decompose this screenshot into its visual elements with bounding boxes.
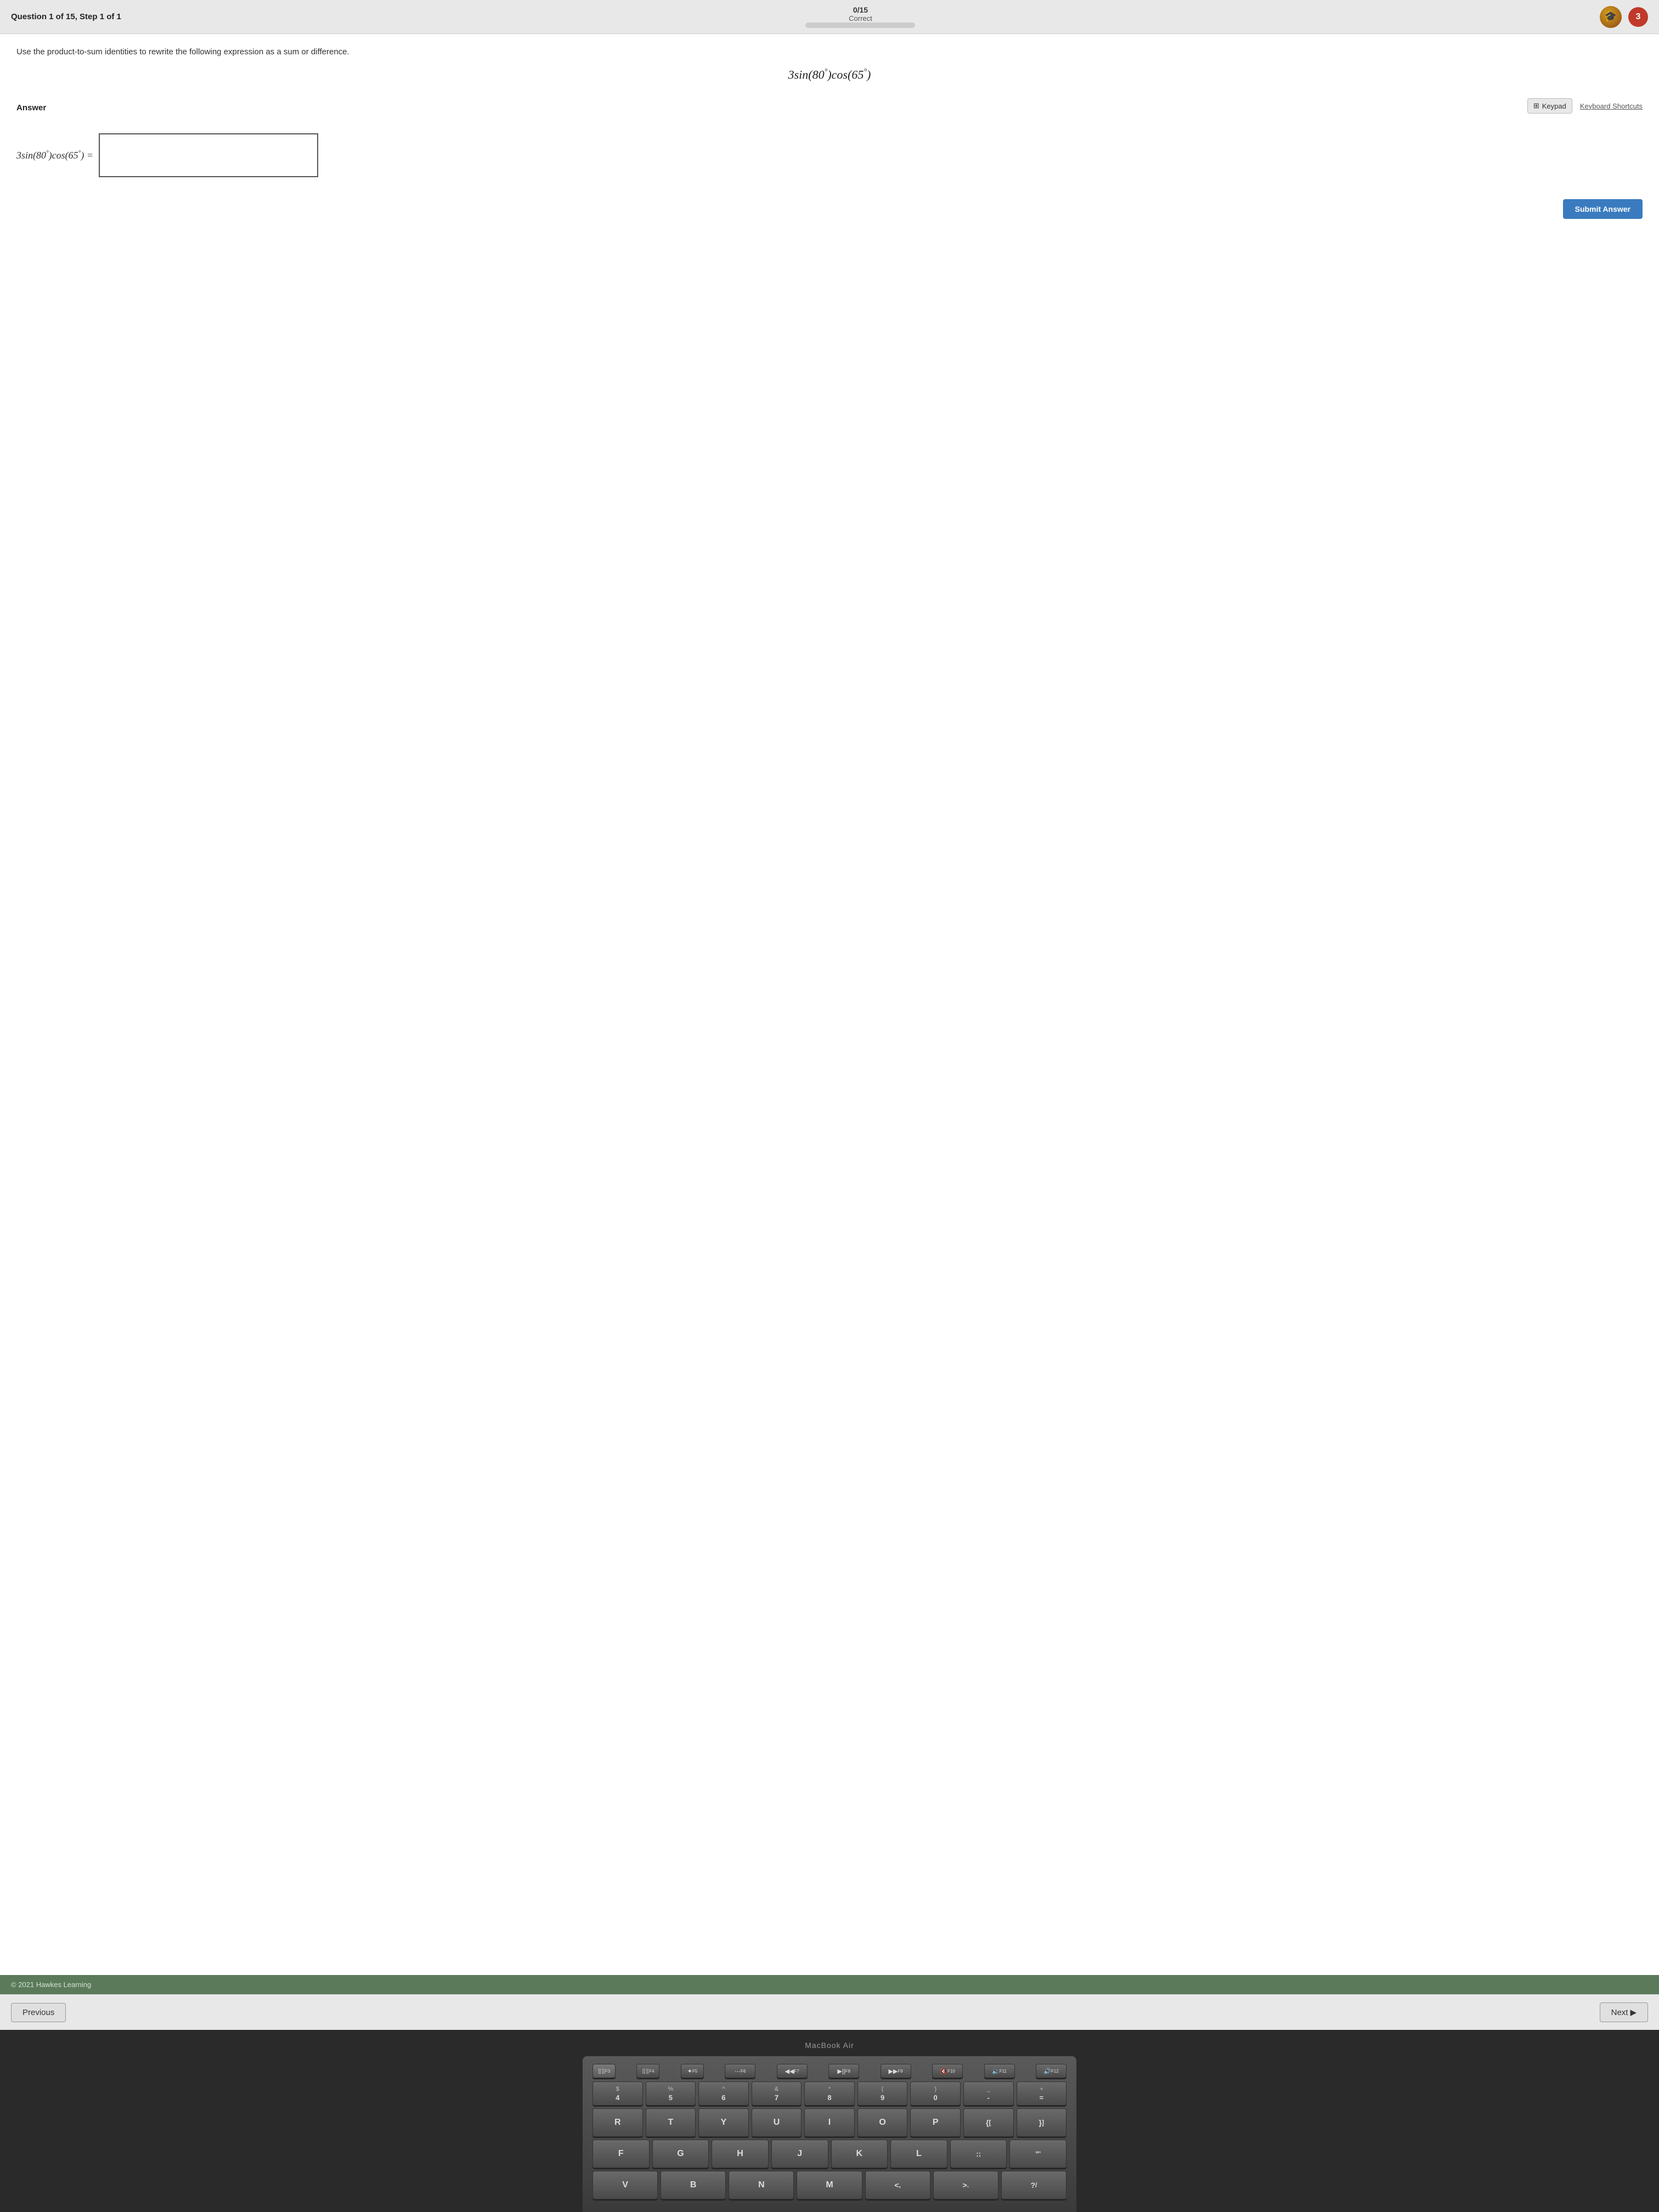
submit-answer-button[interactable]: Submit Answer: [1563, 199, 1643, 219]
keypad-button[interactable]: ⊞ Keypad: [1527, 98, 1572, 114]
key-7[interactable]: &7: [752, 2081, 802, 2106]
submit-row: Submit Answer: [16, 199, 1643, 219]
key-n[interactable]: N: [729, 2171, 794, 2199]
key-8[interactable]: *8: [804, 2081, 855, 2106]
key-l[interactable]: L: [890, 2140, 947, 2168]
key-9[interactable]: (9: [857, 2081, 908, 2106]
key-quote[interactable]: "': [1009, 2140, 1066, 2168]
key-period[interactable]: >.: [933, 2171, 998, 2199]
question-label: Question 1 of 15, Step 1 of 1: [11, 12, 121, 21]
key-4[interactable]: $4: [592, 2081, 643, 2106]
key-y[interactable]: Y: [698, 2108, 749, 2137]
key-f6[interactable]: ⋯F6: [725, 2064, 755, 2078]
keyboard-body: ⣿⣿F3 ⣿⣿F4 ✦F5 ⋯F6 ◀◀F7 ▶||F8 ▶▶F: [583, 2056, 1076, 2212]
key-f5[interactable]: ✦F5: [681, 2064, 704, 2078]
keypad-icon: ⊞: [1533, 101, 1539, 110]
question-instruction: Use the product-to-sum identities to rew…: [16, 47, 1643, 57]
key-6[interactable]: ^6: [698, 2081, 749, 2106]
nav-row: Previous Next ▶: [0, 1994, 1659, 2030]
main-content: Use the product-to-sum identities to rew…: [0, 34, 1659, 1975]
previous-button[interactable]: Previous: [11, 2003, 66, 2022]
progress-bar-container: [805, 22, 915, 28]
letter-row-3: V B N M <, >. ?/: [592, 2171, 1066, 2199]
answer-input-box[interactable]: [99, 133, 318, 177]
key-5[interactable]: %5: [646, 2081, 696, 2106]
key-i[interactable]: I: [804, 2108, 855, 2137]
key-b[interactable]: B: [661, 2171, 726, 2199]
key-o[interactable]: O: [857, 2108, 908, 2137]
progress-label: 0/15: [853, 5, 868, 14]
correct-label: Correct: [849, 14, 872, 22]
fn-row: ⣿⣿F3 ⣿⣿F4 ✦F5 ⋯F6 ◀◀F7 ▶||F8 ▶▶F: [592, 2064, 1066, 2078]
app-window: Question 1 of 15, Step 1 of 1 0/15 Corre…: [0, 0, 1659, 2212]
key-r[interactable]: R: [592, 2108, 643, 2137]
key-comma[interactable]: <,: [865, 2171, 930, 2199]
key-k[interactable]: K: [831, 2140, 888, 2168]
expression-display: 3sin(80°)cos(65°): [16, 67, 1643, 82]
key-equals[interactable]: +=: [1017, 2081, 1067, 2106]
key-j[interactable]: J: [771, 2140, 828, 2168]
header-right: 🎓 3: [1600, 6, 1648, 28]
key-f9[interactable]: ▶▶F9: [881, 2064, 911, 2078]
key-f4[interactable]: ⣿⣿F4: [636, 2064, 659, 2078]
key-f7[interactable]: ◀◀F7: [777, 2064, 808, 2078]
key-f12[interactable]: 🔊F12: [1036, 2064, 1066, 2078]
key-0[interactable]: )0: [910, 2081, 961, 2106]
key-m[interactable]: M: [797, 2171, 862, 2199]
avatar-icon: 🎓: [1600, 6, 1622, 28]
equation-row: 3sin(80°)cos(65°) =: [16, 133, 1643, 177]
key-v[interactable]: V: [592, 2171, 658, 2199]
key-slash[interactable]: ?/: [1001, 2171, 1066, 2199]
key-f11[interactable]: 🔉F11: [984, 2064, 1015, 2078]
answer-tools: ⊞ Keypad Keyboard Shortcuts: [1527, 98, 1643, 114]
next-button[interactable]: Next ▶: [1600, 2002, 1648, 2022]
answer-section: Answer ⊞ Keypad Keyboard Shortcuts 3sin(…: [16, 98, 1643, 219]
key-semicolon[interactable]: :;: [950, 2140, 1007, 2168]
key-minus[interactable]: _-: [963, 2081, 1014, 2106]
key-g[interactable]: G: [652, 2140, 709, 2168]
macbook-label: MacBook Air: [805, 2041, 854, 2050]
num-row: $4 %5 ^6 &7 *8 (9 )0: [592, 2081, 1066, 2106]
letter-row-2: F G H J K L :; "': [592, 2140, 1066, 2168]
streak-badge: 3: [1628, 7, 1648, 27]
key-p[interactable]: P: [910, 2108, 961, 2137]
header-bar: Question 1 of 15, Step 1 of 1 0/15 Corre…: [0, 0, 1659, 34]
letter-row-1: R T Y U I O P {[ }]: [592, 2108, 1066, 2137]
copyright-text: © 2021 Hawkes Learning: [11, 1980, 91, 1989]
key-t[interactable]: T: [646, 2108, 696, 2137]
key-bracket-right[interactable]: }]: [1017, 2108, 1067, 2137]
key-f3[interactable]: ⣿⣿F3: [592, 2064, 616, 2078]
answer-label: Answer: [16, 103, 46, 112]
key-u[interactable]: U: [752, 2108, 802, 2137]
key-f8[interactable]: ▶||F8: [828, 2064, 859, 2078]
key-bracket-left[interactable]: {[: [963, 2108, 1014, 2137]
key-f10[interactable]: 🔇F10: [932, 2064, 963, 2078]
keyboard-section: MacBook Air ⣿⣿F3 ⣿⣿F4 ✦F5 ⋯F6 ◀◀F7: [0, 2030, 1659, 2212]
key-f[interactable]: F: [592, 2140, 650, 2168]
key-h[interactable]: H: [712, 2140, 769, 2168]
footer-bar: © 2021 Hawkes Learning: [0, 1975, 1659, 1994]
next-arrow-icon: ▶: [1630, 2007, 1637, 2017]
equation-label: 3sin(80°)cos(65°) =: [16, 149, 93, 161]
keyboard-shortcuts-link[interactable]: Keyboard Shortcuts: [1580, 102, 1643, 110]
header-center: 0/15 Correct: [805, 5, 915, 28]
